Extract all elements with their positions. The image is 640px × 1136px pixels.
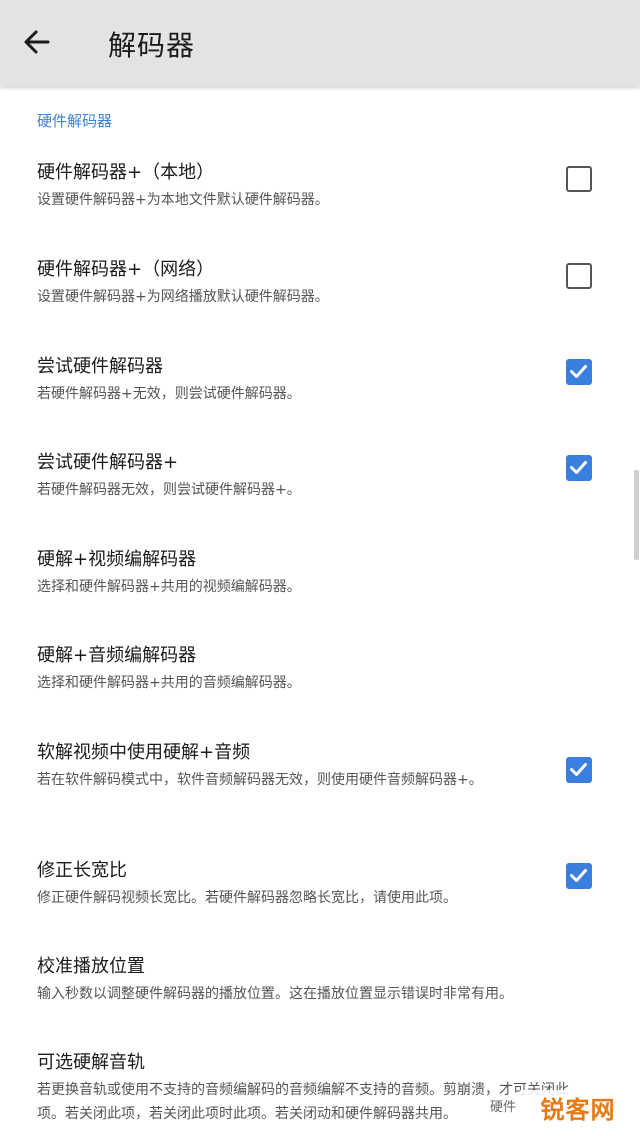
setting-hw-audio-codec[interactable]: 硬解+音频编解码器 选择和硬件解码器+共用的音频编解码器。 — [0, 641, 640, 701]
setting-subtitle: 若在软件解码模式中，软件音频解码器无效，则使用硬件音频解码器+。 — [37, 772, 483, 788]
page-title: 解码器 — [108, 29, 196, 62]
setting-sw-video-hw-audio[interactable]: 软解视频中使用硬解+音频 若在软件解码模式中，软件音频解码器无效，则使用硬件音频… — [0, 738, 640, 808]
setting-title: 硬解+音频编解码器 — [37, 645, 197, 666]
scrollbar-thumb[interactable] — [634, 470, 639, 560]
setting-subtitle: 输入秒数以调整硬件解码器的播放位置。这在播放位置显示错误时非常有用。 — [37, 986, 513, 1002]
back-arrow-icon[interactable] — [20, 25, 54, 59]
setting-title: 硬件解码器+（本地） — [37, 162, 215, 183]
setting-calibrate-position[interactable]: 校准播放位置 输入秒数以调整硬件解码器的播放位置。这在播放位置显示错误时非常有用… — [0, 952, 640, 1012]
setting-hw-decoder-network[interactable]: 硬件解码器+（网络） 设置硬件解码器+为网络播放默认硬件解码器。 — [0, 255, 640, 315]
setting-title: 修正长宽比 — [37, 860, 127, 881]
setting-subtitle: 设置硬件解码器+为网络播放默认硬件解码器。 — [37, 289, 329, 305]
checkbox-hw-decoder-network[interactable] — [566, 263, 592, 289]
watermark-logo: 锐客网 — [520, 1090, 636, 1124]
checkbox-fix-aspect-ratio[interactable] — [566, 863, 592, 889]
overlay-text: 硬件 — [490, 1100, 517, 1115]
setting-fix-aspect-ratio[interactable]: 修正长宽比 修正硬件解码视频长宽比。若硬件解码器忽略长宽比，请使用此项。 — [0, 856, 640, 916]
setting-title: 硬件解码器+（网络） — [37, 259, 215, 280]
setting-subtitle: 选择和硬件解码器+共用的音频编解码器。 — [37, 675, 301, 691]
setting-title: 尝试硬件解码器+ — [37, 452, 179, 473]
setting-title: 可选硬解音轨 — [37, 1052, 145, 1073]
setting-hw-decoder-local[interactable]: 硬件解码器+（本地） 设置硬件解码器+为本地文件默认硬件解码器。 — [0, 158, 640, 218]
setting-subtitle: 修正硬件解码视频长宽比。若硬件解码器忽略长宽比，请使用此项。 — [37, 890, 457, 906]
app-bar: 解码器 — [0, 0, 640, 86]
checkmark-icon — [570, 869, 587, 882]
setting-title: 软解视频中使用硬解+音频 — [37, 742, 251, 763]
checkbox-sw-video-hw-audio[interactable] — [566, 757, 592, 783]
checkmark-icon — [570, 763, 587, 776]
checkbox-try-hw-decoder[interactable] — [566, 359, 592, 385]
setting-title: 硬解+视频编解码器 — [37, 549, 197, 570]
setting-subtitle: 若硬件解码器无效，则尝试硬件解码器+。 — [37, 482, 301, 498]
setting-title: 校准播放位置 — [37, 956, 145, 977]
checkmark-icon — [570, 461, 587, 474]
section-header: 硬件解码器 — [37, 112, 113, 130]
setting-subtitle: 选择和硬件解码器+共用的视频编解码器。 — [37, 579, 301, 595]
checkbox-hw-decoder-local[interactable] — [566, 166, 592, 192]
setting-try-hw-decoder-plus[interactable]: 尝试硬件解码器+ 若硬件解码器无效，则尝试硬件解码器+。 — [0, 448, 640, 508]
setting-hw-video-codec[interactable]: 硬解+视频编解码器 选择和硬件解码器+共用的视频编解码器。 — [0, 545, 640, 605]
setting-subtitle: 设置硬件解码器+为本地文件默认硬件解码器。 — [37, 192, 329, 208]
checkmark-icon — [570, 365, 587, 378]
checkbox-try-hw-decoder-plus[interactable] — [566, 455, 592, 481]
setting-title: 尝试硬件解码器 — [37, 356, 163, 377]
setting-subtitle: 若硬件解码器+无效，则尝试硬件解码器。 — [37, 386, 301, 402]
setting-try-hw-decoder[interactable]: 尝试硬件解码器 若硬件解码器+无效，则尝试硬件解码器。 — [0, 352, 640, 412]
